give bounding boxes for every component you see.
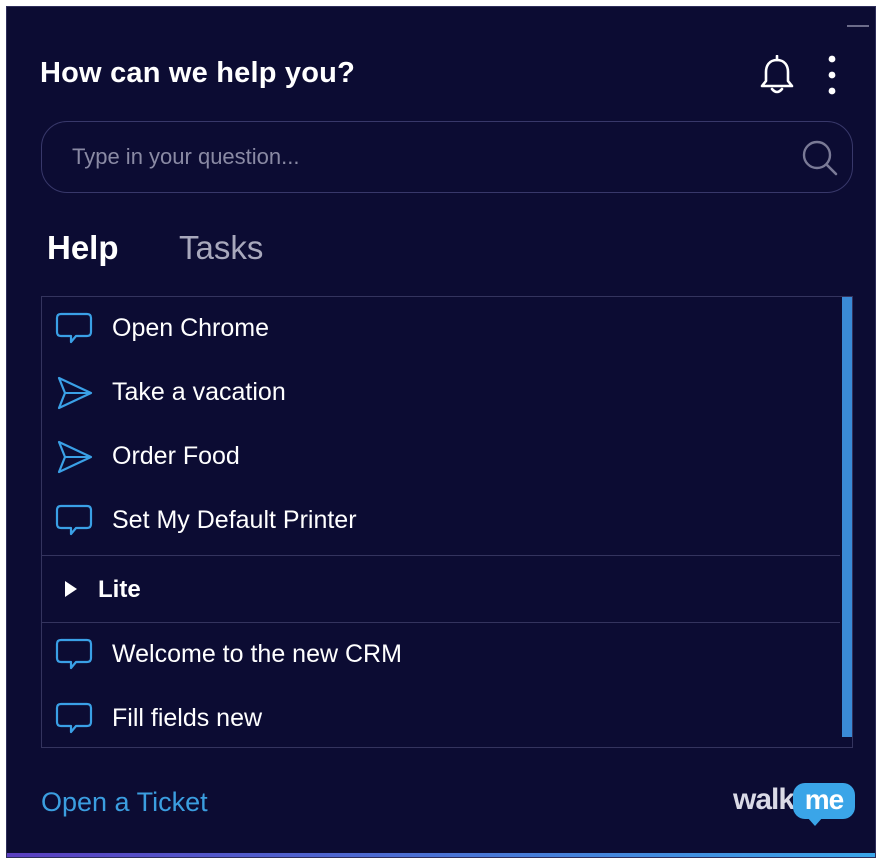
search-input[interactable] bbox=[72, 122, 792, 192]
widget-title: How can we help you? bbox=[40, 57, 355, 89]
help-items-list: Open Chrome Take a vacation Order Food S… bbox=[41, 296, 853, 748]
list-item[interactable]: Set My Default Printer bbox=[42, 489, 840, 553]
chat-bubble-icon bbox=[55, 504, 93, 536]
open-ticket-link[interactable]: Open a Ticket bbox=[41, 787, 208, 818]
chat-bubble-icon bbox=[55, 638, 93, 670]
paper-plane-icon bbox=[57, 376, 93, 410]
walkme-logo: walk me bbox=[729, 779, 859, 829]
list-item[interactable]: Welcome to the new CRM bbox=[42, 623, 840, 687]
list-item-label: Welcome to the new CRM bbox=[112, 640, 402, 668]
search-box bbox=[41, 121, 853, 193]
list-item[interactable]: Order Food bbox=[42, 425, 840, 489]
paper-plane-icon bbox=[57, 440, 93, 474]
chat-bubble-icon bbox=[55, 312, 93, 344]
group-label: Lite bbox=[98, 576, 141, 603]
list-item-label: Fill fields new bbox=[112, 704, 263, 732]
chat-bubble-icon bbox=[55, 702, 93, 734]
minimize-button[interactable] bbox=[847, 25, 869, 27]
more-options-icon[interactable] bbox=[820, 53, 844, 97]
logo-bubble-tail bbox=[807, 817, 823, 826]
list-item-label: Take a vacation bbox=[112, 378, 286, 406]
list-item[interactable]: Take a vacation bbox=[42, 361, 840, 425]
logo-word: walk bbox=[733, 783, 795, 816]
list-item-label: Order Food bbox=[112, 442, 240, 470]
tab-tasks[interactable]: Tasks bbox=[179, 229, 263, 267]
caret-right-icon bbox=[65, 581, 77, 597]
help-widget: How can we help you? Help Tasks Open Chr… bbox=[6, 6, 876, 858]
list-item-label: Set My Default Printer bbox=[112, 506, 357, 534]
list-item-label: Open Chrome bbox=[112, 314, 270, 342]
bell-icon[interactable] bbox=[757, 55, 797, 97]
bottom-accent-bar bbox=[7, 853, 875, 857]
group-toggle-lite[interactable]: Lite bbox=[42, 556, 840, 622]
logo-bubble: me bbox=[793, 783, 855, 819]
scrollbar[interactable] bbox=[842, 297, 852, 737]
list-item[interactable]: Fill fields new bbox=[42, 687, 840, 751]
search-icon[interactable] bbox=[798, 136, 842, 180]
list-item[interactable]: Open Chrome bbox=[42, 297, 840, 361]
tab-help[interactable]: Help bbox=[47, 229, 119, 267]
